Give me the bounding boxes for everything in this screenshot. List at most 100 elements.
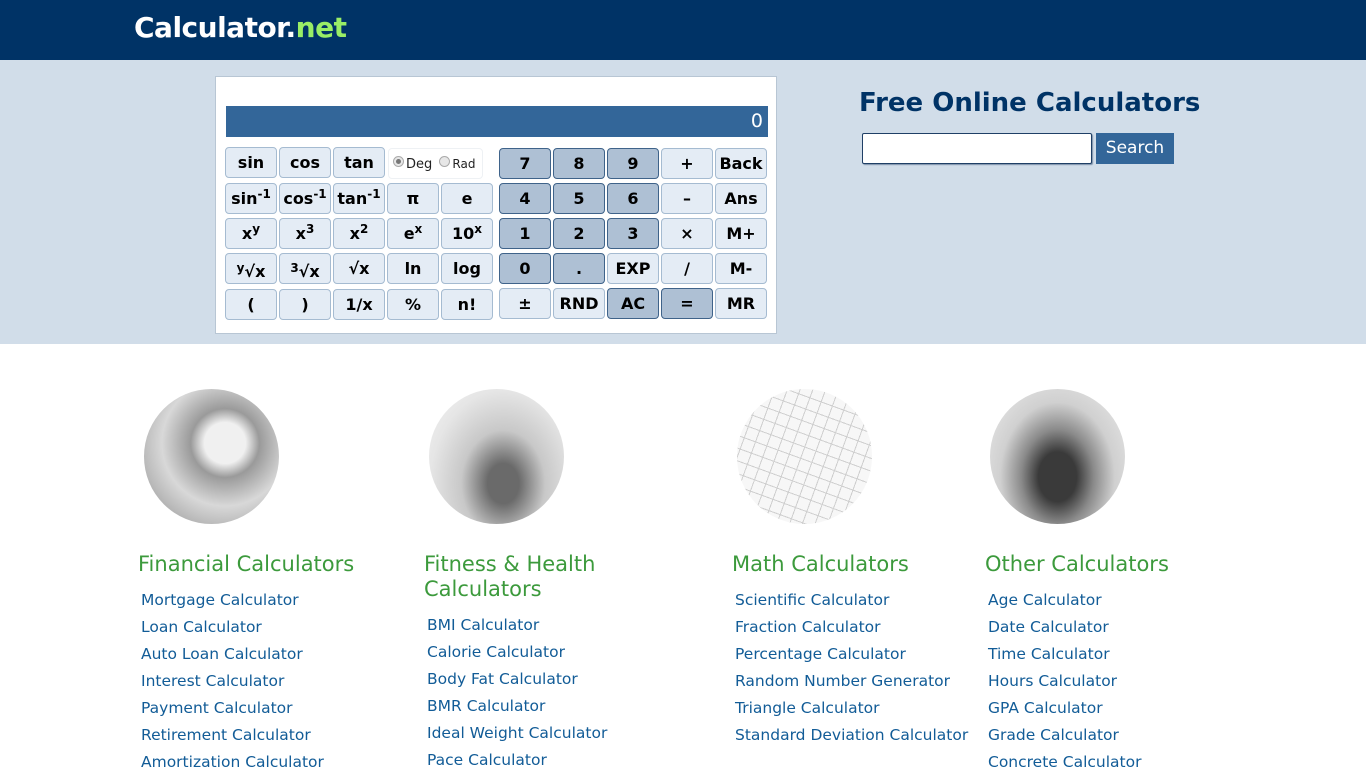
digit-9-button[interactable]: 9 <box>607 148 659 179</box>
link-age-calculator[interactable]: Age Calculator <box>988 591 1102 609</box>
logo-dot: . <box>285 11 297 44</box>
factorial-button[interactable]: n! <box>441 289 493 320</box>
digit-6-button[interactable]: 6 <box>607 183 659 214</box>
calculator-display: 0 <box>226 106 768 137</box>
exp-e-button[interactable]: ex <box>387 218 439 249</box>
link-standard-deviation-calculator[interactable]: Standard Deviation Calculator <box>735 726 968 744</box>
multiply-button[interactable]: × <box>661 218 713 249</box>
digit-2-button[interactable]: 2 <box>553 218 605 249</box>
site-header: Calculator.net <box>0 0 1366 60</box>
ten-power-button[interactable]: 10x <box>441 218 493 249</box>
equals-button[interactable]: = <box>661 288 713 319</box>
ln-button[interactable]: ln <box>387 253 439 284</box>
random-button[interactable]: RND <box>553 288 605 319</box>
logo-tld: net <box>295 11 347 44</box>
site-logo[interactable]: Calculator.net <box>134 11 347 44</box>
link-hours-calculator[interactable]: Hours Calculator <box>988 672 1117 690</box>
deg-label: Deg <box>406 157 433 172</box>
search-input[interactable] <box>862 133 1092 164</box>
sqrt-button[interactable]: √x <box>333 253 385 284</box>
sin-button[interactable]: sin <box>225 147 277 178</box>
power-y-button[interactable]: xy <box>225 218 277 249</box>
pi-button[interactable]: π <box>387 183 439 214</box>
plus-minus-button[interactable]: ± <box>499 288 551 319</box>
link-concrete-calculator[interactable]: Concrete Calculator <box>988 753 1141 771</box>
digit-1-button[interactable]: 1 <box>499 218 551 249</box>
acos-button[interactable]: cos-1 <box>279 183 331 214</box>
financial-image[interactable] <box>144 389 279 524</box>
memory-add-button[interactable]: M+ <box>715 218 767 249</box>
cuberoot-button[interactable]: 3√x <box>279 253 331 284</box>
e-button[interactable]: e <box>441 183 493 214</box>
plus-button[interactable]: + <box>661 148 713 179</box>
ans-button[interactable]: Ans <box>715 183 767 214</box>
category-other <box>990 389 1125 524</box>
divide-button[interactable]: / <box>661 253 713 284</box>
link-mortgage-calculator[interactable]: Mortgage Calculator <box>141 591 299 609</box>
percent-button[interactable]: % <box>387 289 439 320</box>
link-pace-calculator[interactable]: Pace Calculator <box>427 751 547 769</box>
deg-radio[interactable] <box>393 156 404 167</box>
all-clear-button[interactable]: AC <box>607 288 659 319</box>
scientific-calculator: 0 sin cos tan Deg Rad sin-1 cos-1 tan-1 … <box>215 76 777 334</box>
category-title-fitness[interactable]: Fitness & Health Calculators <box>424 552 644 602</box>
link-body-fat-calculator[interactable]: Body Fat Calculator <box>427 670 578 688</box>
digit-8-button[interactable]: 8 <box>553 148 605 179</box>
digit-0-button[interactable]: 0 <box>499 253 551 284</box>
digit-5-button[interactable]: 5 <box>553 183 605 214</box>
link-gpa-calculator[interactable]: GPA Calculator <box>988 699 1103 717</box>
category-title-fitness-text: Fitness & Health Calculators <box>424 552 596 601</box>
atan-button[interactable]: tan-1 <box>333 183 385 214</box>
link-auto-loan-calculator[interactable]: Auto Loan Calculator <box>141 645 303 663</box>
link-time-calculator[interactable]: Time Calculator <box>988 645 1110 663</box>
category-title-other[interactable]: Other Calculators <box>985 552 1169 577</box>
other-links: Age Calculator Date Calculator Time Calc… <box>988 590 1141 779</box>
link-payment-calculator[interactable]: Payment Calculator <box>141 699 293 717</box>
category-title-financial[interactable]: Financial Calculators <box>138 552 354 577</box>
link-ideal-weight-calculator[interactable]: Ideal Weight Calculator <box>427 724 607 742</box>
back-button[interactable]: Back <box>715 148 767 179</box>
asin-button[interactable]: sin-1 <box>225 183 277 214</box>
category-financial <box>144 389 279 524</box>
link-grade-calculator[interactable]: Grade Calculator <box>988 726 1119 744</box>
memory-subtract-button[interactable]: M- <box>715 253 767 284</box>
exp-button[interactable]: EXP <box>607 253 659 284</box>
open-paren-button[interactable]: ( <box>225 289 277 320</box>
link-calorie-calculator[interactable]: Calorie Calculator <box>427 643 565 661</box>
digit-3-button[interactable]: 3 <box>607 218 659 249</box>
other-image[interactable] <box>990 389 1125 524</box>
link-scientific-calculator[interactable]: Scientific Calculator <box>735 591 889 609</box>
link-percentage-calculator[interactable]: Percentage Calculator <box>735 645 906 663</box>
reciprocal-button[interactable]: 1/x <box>333 289 385 320</box>
link-interest-calculator[interactable]: Interest Calculator <box>141 672 284 690</box>
link-bmi-calculator[interactable]: BMI Calculator <box>427 616 539 634</box>
rad-radio[interactable] <box>439 156 451 167</box>
square-button[interactable]: x2 <box>333 218 385 249</box>
decimal-button[interactable]: . <box>553 253 605 284</box>
link-amortization-calculator[interactable]: Amortization Calculator <box>141 753 324 771</box>
cube-button[interactable]: x3 <box>279 218 331 249</box>
digit-7-button[interactable]: 7 <box>499 148 551 179</box>
close-paren-button[interactable]: ) <box>279 289 331 320</box>
yroot-button[interactable]: y√x <box>225 253 277 284</box>
link-triangle-calculator[interactable]: Triangle Calculator <box>735 699 880 717</box>
memory-recall-button[interactable]: MR <box>715 288 767 319</box>
log-button[interactable]: log <box>441 253 493 284</box>
search-button[interactable]: Search <box>1096 133 1174 164</box>
cos-button[interactable]: cos <box>279 147 331 178</box>
math-links: Scientific Calculator Fraction Calculato… <box>735 590 968 752</box>
math-image[interactable] <box>737 389 872 524</box>
minus-button[interactable]: – <box>661 183 713 214</box>
link-bmr-calculator[interactable]: BMR Calculator <box>427 697 545 715</box>
link-fraction-calculator[interactable]: Fraction Calculator <box>735 618 881 636</box>
link-random-number-generator[interactable]: Random Number Generator <box>735 672 950 690</box>
tan-button[interactable]: tan <box>333 147 385 178</box>
financial-links: Mortgage Calculator Loan Calculator Auto… <box>141 590 324 779</box>
category-fitness <box>429 389 564 524</box>
fitness-image[interactable] <box>429 389 564 524</box>
link-retirement-calculator[interactable]: Retirement Calculator <box>141 726 311 744</box>
link-date-calculator[interactable]: Date Calculator <box>988 618 1109 636</box>
category-title-math[interactable]: Math Calculators <box>732 552 909 577</box>
link-loan-calculator[interactable]: Loan Calculator <box>141 618 262 636</box>
digit-4-button[interactable]: 4 <box>499 183 551 214</box>
